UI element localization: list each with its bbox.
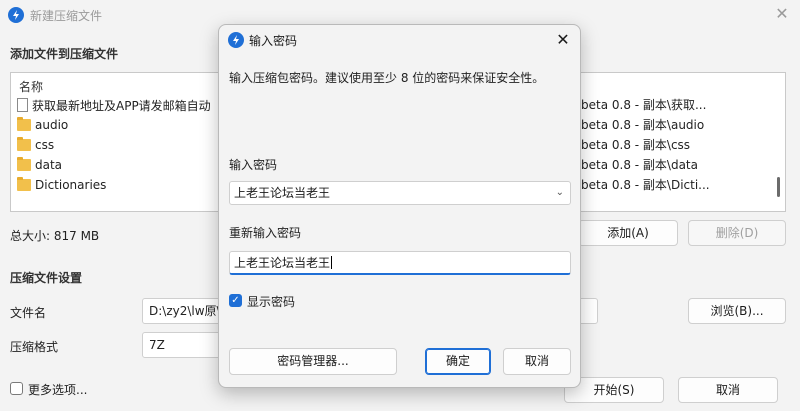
list-item[interactable]: css: [17, 135, 54, 155]
confirm-password-label: 重新输入密码: [229, 226, 302, 240]
list-item-name: css: [35, 138, 55, 152]
list-item-path: beta 0.8 - 副本\data: [581, 158, 698, 172]
list-item[interactable]: audio: [17, 115, 68, 135]
section-settings-heading: 压缩文件设置: [10, 271, 83, 285]
dialog-close-icon[interactable]: ✕: [553, 30, 573, 50]
password-manager-button[interactable]: 密码管理器...: [229, 348, 397, 375]
column-header-name[interactable]: 名称: [19, 78, 43, 95]
list-scrollbar-thumb[interactable]: [777, 177, 780, 197]
confirm-password-input[interactable]: 上老王论坛当老王: [229, 251, 571, 275]
ok-button[interactable]: 确定: [425, 348, 491, 375]
list-item-name: Dictionaries: [35, 178, 107, 192]
list-item-path: beta 0.8 - 副本\audio: [581, 118, 705, 132]
list-item-path: beta 0.8 - 副本\Dicti...: [581, 178, 710, 192]
list-item[interactable]: data: [17, 155, 62, 175]
folder-icon: [17, 157, 31, 171]
list-item-name: data: [35, 158, 63, 172]
format-select[interactable]: 7Z: [142, 332, 222, 358]
dialog-title: 输入密码: [249, 34, 298, 48]
main-close-icon[interactable]: ✕: [772, 4, 792, 24]
list-item-name: audio: [35, 118, 69, 132]
password-input[interactable]: 上老王论坛当老王 ⌄: [229, 181, 571, 205]
dialog-description: 输入压缩包密码。建议使用至少 8 位的密码来保证安全性。: [229, 71, 545, 85]
chevron-down-icon[interactable]: ⌄: [556, 182, 564, 204]
list-item[interactable]: 获取最新地址及APP请发邮箱自动: [17, 95, 211, 115]
text-caret: [331, 256, 333, 269]
folder-icon: [17, 137, 31, 151]
password-dialog: 输入密码 ✕ 输入压缩包密码。建议使用至少 8 位的密码来保证安全性。 输入密码…: [218, 24, 581, 388]
main-window-title: 新建压缩文件: [30, 9, 103, 23]
remove-button[interactable]: 删除(D): [688, 220, 786, 246]
list-item-name: 获取最新地址及APP请发邮箱自动: [32, 98, 211, 113]
folder-icon: [17, 177, 31, 191]
more-options-label[interactable]: 更多选项...: [28, 381, 87, 398]
show-password-checkbox[interactable]: ✓: [229, 294, 242, 307]
format-label: 压缩格式: [10, 340, 59, 354]
password-label: 输入密码: [229, 158, 278, 172]
filename-label: 文件名: [10, 306, 47, 320]
show-password-label[interactable]: 显示密码: [247, 293, 295, 310]
password-value: 上老王论坛当老王: [234, 186, 331, 200]
list-item[interactable]: Dictionaries: [17, 175, 106, 195]
app-logo-icon: [8, 7, 24, 23]
folder-icon: [17, 117, 31, 131]
add-button[interactable]: 添加(A): [578, 220, 678, 246]
document-icon: [17, 98, 28, 112]
list-item-path: beta 0.8 - 副本\css: [581, 138, 691, 152]
total-size-label: 总大小: 817 MB: [10, 229, 100, 243]
more-options-checkbox[interactable]: [10, 382, 23, 395]
list-item-path: beta 0.8 - 副本\获取...: [581, 98, 707, 112]
main-cancel-button[interactable]: 取消: [678, 377, 778, 403]
dialog-logo-icon: [228, 32, 244, 48]
confirm-password-value: 上老王论坛当老王: [234, 256, 331, 270]
browse-button[interactable]: 浏览(B)...: [688, 298, 786, 324]
dialog-cancel-button[interactable]: 取消: [503, 348, 571, 375]
section-add-files-heading: 添加文件到压缩文件: [10, 47, 119, 61]
